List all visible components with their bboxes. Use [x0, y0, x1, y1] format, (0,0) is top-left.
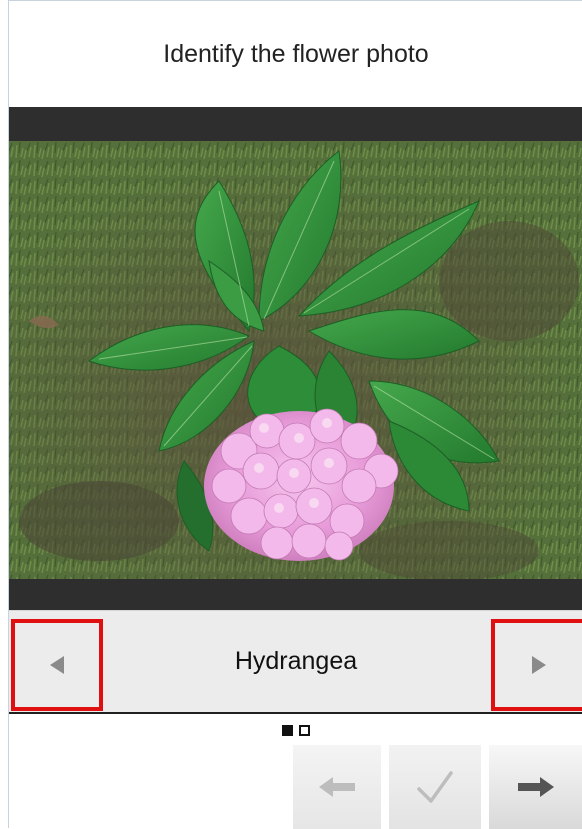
forward-button[interactable] [489, 745, 582, 829]
confirm-button[interactable] [389, 745, 481, 829]
next-answer-button[interactable] [491, 619, 582, 711]
quiz-card: Identify the flower photo Hydrangea [8, 0, 582, 829]
page-indicator [9, 725, 582, 736]
triangle-left-icon [50, 656, 64, 674]
flower-photo [9, 141, 582, 579]
question-title: Identify the flower photo [163, 39, 429, 68]
answer-bar: Hydrangea [9, 610, 582, 714]
triangle-right-icon [532, 656, 546, 674]
checkmark-icon [417, 771, 453, 803]
flower-photo-image [9, 141, 582, 579]
photo-viewer [9, 107, 582, 610]
arrow-left-icon [319, 777, 355, 797]
answer-label: Hydrangea [234, 646, 358, 675]
back-button[interactable] [293, 745, 381, 829]
previous-answer-button[interactable] [11, 619, 103, 711]
page-dot-2[interactable] [299, 725, 310, 736]
arrow-right-icon [518, 777, 554, 797]
page-dot-1[interactable] [282, 725, 293, 736]
